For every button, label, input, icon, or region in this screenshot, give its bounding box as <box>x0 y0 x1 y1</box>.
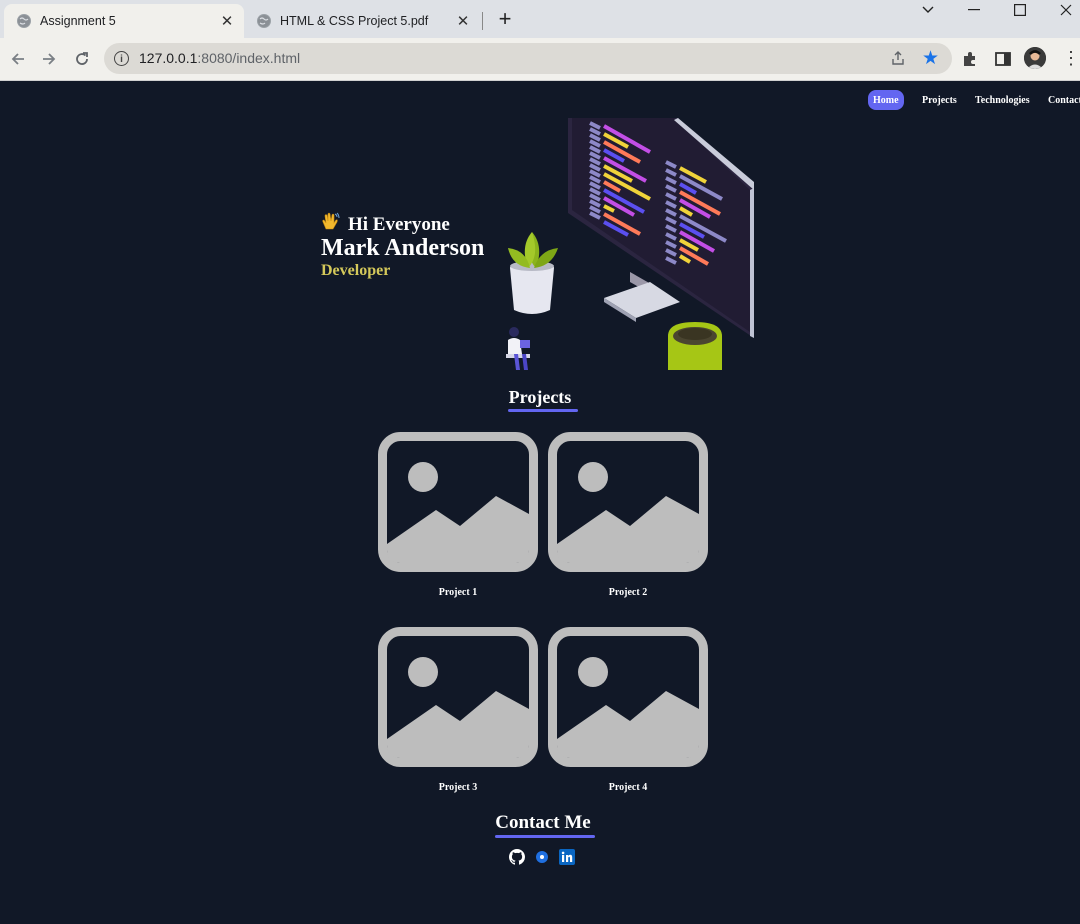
maximize-icon[interactable] <box>997 0 1043 20</box>
profile-avatar[interactable] <box>1024 47 1046 69</box>
menu-icon[interactable]: ⋮ <box>1062 48 1080 68</box>
tab-separator <box>482 12 483 30</box>
globe-icon <box>17 14 31 28</box>
hero-greeting: Hi Everyone <box>320 212 450 237</box>
contact-heading: Contact Me <box>495 812 591 833</box>
close-window-icon[interactable] <box>1043 0 1080 20</box>
forward-icon[interactable] <box>37 47 61 71</box>
image-placeholder-icon <box>548 627 708 767</box>
project-card-4[interactable]: Project 4 <box>548 627 708 793</box>
tab-assignment-5[interactable]: Assignment 5 ✕ <box>4 4 244 38</box>
waving-hand-icon <box>320 212 340 237</box>
developer-illustration <box>506 118 754 370</box>
portfolio-page: Home Projects Technologies Contact Hi Ev… <box>0 81 1080 924</box>
project-card-1[interactable]: Project 1 <box>378 432 538 598</box>
minimize-icon[interactable] <box>951 0 997 20</box>
mug-graphic <box>668 322 722 370</box>
tab-pdf[interactable]: HTML & CSS Project 5.pdf ✕ <box>244 4 480 38</box>
project-card-2[interactable]: Project 2 <box>548 432 708 598</box>
browser-toolbar: i 127.0.0.1:8080/index.html ★ ⋮ <box>0 38 1080 81</box>
url-text[interactable]: 127.0.0.1:8080/index.html <box>139 50 300 66</box>
tab-title: HTML & CSS Project 5.pdf <box>280 14 429 28</box>
person-graphic <box>506 327 530 370</box>
github-icon[interactable] <box>509 849 525 865</box>
hero-name: Mark Anderson <box>321 235 485 261</box>
image-placeholder-icon <box>548 432 708 572</box>
globe-icon <box>257 14 271 28</box>
address-bar[interactable]: i 127.0.0.1:8080/index.html ★ <box>104 43 952 74</box>
linkedin-icon[interactable] <box>559 849 575 865</box>
bookmark-star-icon[interactable]: ★ <box>922 47 939 70</box>
project-caption: Project 4 <box>608 782 648 793</box>
project-card-3[interactable]: Project 3 <box>378 627 538 793</box>
nav-projects[interactable]: Projects <box>922 90 957 110</box>
url-path: :8080/index.html <box>197 50 301 66</box>
project-caption: Project 2 <box>608 587 648 598</box>
side-panel-icon[interactable] <box>993 49 1013 69</box>
hero-role: Developer <box>321 262 391 279</box>
tab-title: Assignment 5 <box>40 14 116 28</box>
contact-heading-underline <box>495 835 595 838</box>
site-info-icon[interactable]: i <box>114 51 129 66</box>
project-caption: Project 1 <box>438 587 478 598</box>
website-icon[interactable] <box>535 850 549 864</box>
extensions-icon[interactable] <box>960 49 980 69</box>
reload-icon[interactable] <box>70 47 94 71</box>
image-placeholder-icon <box>378 432 538 572</box>
greeting-text: Hi Everyone <box>348 213 450 235</box>
projects-heading: Projects <box>508 387 572 407</box>
project-caption: Project 3 <box>438 782 478 793</box>
browser-tab-strip: Assignment 5 ✕ HTML & CSS Project 5.pdf … <box>0 0 1080 38</box>
back-icon[interactable] <box>6 47 30 71</box>
url-host: 127.0.0.1 <box>139 50 198 66</box>
close-tab-icon[interactable]: ✕ <box>454 12 472 30</box>
tab-search-icon[interactable] <box>905 0 951 20</box>
share-icon[interactable] <box>890 50 906 66</box>
image-placeholder-icon <box>378 627 538 767</box>
projects-heading-underline <box>508 409 578 412</box>
nav-technologies[interactable]: Technologies <box>975 90 1030 110</box>
plant-graphic <box>508 232 558 314</box>
new-tab-icon[interactable]: + <box>494 8 516 31</box>
nav-home[interactable]: Home <box>868 90 904 110</box>
close-tab-icon[interactable]: ✕ <box>218 12 236 30</box>
monitor-graphic <box>568 118 754 338</box>
nav-contact[interactable]: Contact <box>1048 90 1080 110</box>
